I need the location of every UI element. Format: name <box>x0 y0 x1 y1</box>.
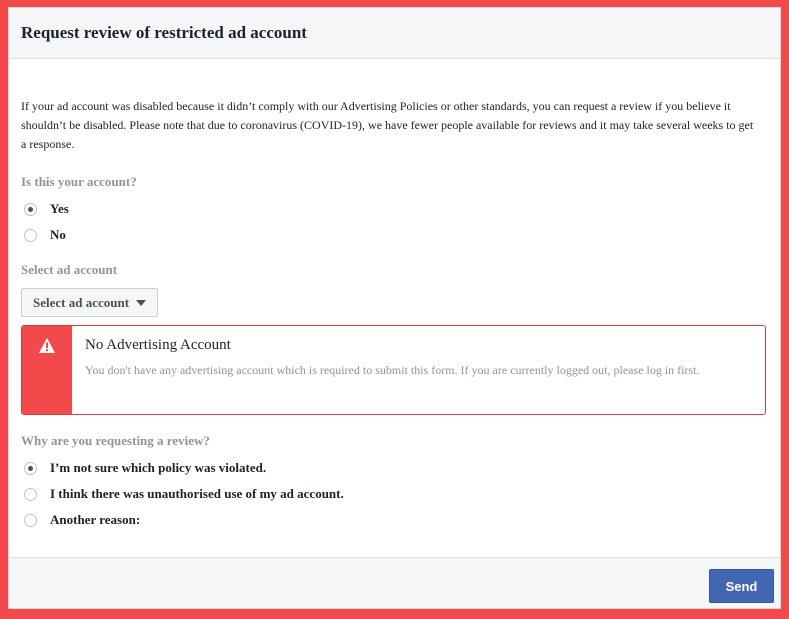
select-account-label: Select ad account <box>21 262 118 277</box>
radio-button[interactable] <box>24 487 37 501</box>
select-ad-account-dropdown[interactable]: Select ad account <box>21 288 159 317</box>
radio-label: No <box>50 227 66 242</box>
account-question-label: Is this your account? <box>21 174 137 189</box>
radio-option-unauthorised[interactable]: I think there was unauthorised use of my… <box>21 481 768 507</box>
dropdown-label: Select ad account <box>33 294 130 310</box>
dialog-footer: Send <box>9 557 780 608</box>
warning-icon <box>39 338 55 353</box>
no-account-alert: No Advertising Account You don't have an… <box>21 325 766 415</box>
review-dialog: Request review of restricted ad account … <box>8 7 781 609</box>
radio-button-checked[interactable] <box>24 461 37 475</box>
dialog-title: Request review of restricted ad account <box>21 23 307 42</box>
radio-option-another-reason[interactable]: Another reason: <box>21 507 768 533</box>
caret-down-icon <box>136 299 147 306</box>
radio-button[interactable] <box>24 228 37 242</box>
radio-label: Yes <box>50 201 69 216</box>
alert-icon-bar <box>22 326 72 414</box>
review-radio-group: I’m not sure which policy was violated. … <box>21 455 768 533</box>
radio-button[interactable] <box>24 513 37 527</box>
radio-option-no[interactable]: No <box>21 222 768 248</box>
dialog-header: Request review of restricted ad account <box>9 8 780 59</box>
radio-option-not-sure[interactable]: I’m not sure which policy was violated. <box>21 455 768 481</box>
account-radio-group: Yes No <box>21 196 768 248</box>
review-question-label: Why are you requesting a review? <box>21 433 210 448</box>
radio-option-yes[interactable]: Yes <box>21 196 768 222</box>
alert-title: No Advertising Account <box>85 337 231 353</box>
alert-text: You don't have any advertising account w… <box>85 363 700 377</box>
radio-label: I think there was unauthorised use of my… <box>50 486 344 501</box>
send-button[interactable]: Send <box>709 569 774 603</box>
intro-text: If your ad account was disabled because … <box>21 99 754 151</box>
dialog-body: If your ad account was disabled because … <box>9 97 780 533</box>
radio-button-checked[interactable] <box>24 202 37 216</box>
alert-content: No Advertising Account You don't have an… <box>72 326 745 414</box>
radio-label: Another reason: <box>50 512 141 527</box>
radio-label: I’m not sure which policy was violated. <box>50 460 267 475</box>
